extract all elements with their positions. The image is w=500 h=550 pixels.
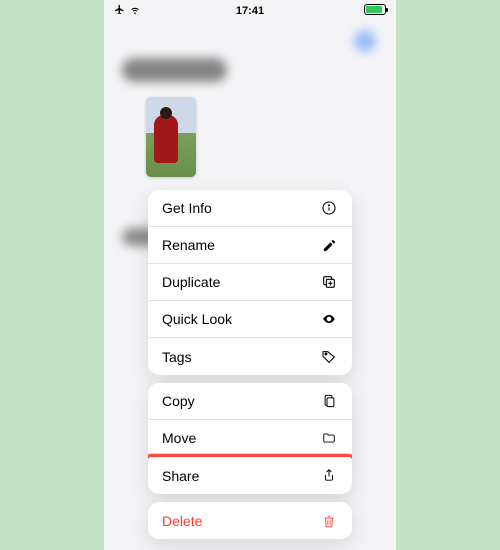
menu-item-duplicate[interactable]: Duplicate xyxy=(148,264,352,301)
menu-label: Delete xyxy=(162,513,202,529)
status-time: 17:41 xyxy=(236,5,264,17)
menu-item-share[interactable]: Share xyxy=(148,457,352,494)
phone-screen: 17:41 Get Info Rename xyxy=(104,0,396,550)
menu-label: Get Info xyxy=(162,200,212,216)
duplicate-icon xyxy=(320,273,338,291)
status-right xyxy=(364,4,386,18)
menu-item-quick-look[interactable]: Quick Look xyxy=(148,301,352,338)
menu-group-3: Delete xyxy=(148,502,352,539)
folder-icon xyxy=(320,429,338,447)
airplane-mode-icon xyxy=(114,4,125,18)
pencil-icon xyxy=(320,236,338,254)
menu-item-delete[interactable]: Delete xyxy=(148,502,352,539)
eye-icon xyxy=(320,310,338,328)
copy-icon xyxy=(320,392,338,410)
menu-group-1: Get Info Rename Duplicate Quick Look xyxy=(148,190,352,375)
menu-label: Tags xyxy=(162,349,192,365)
menu-item-move[interactable]: Move xyxy=(148,420,352,457)
menu-label: Move xyxy=(162,430,196,446)
battery-icon xyxy=(364,4,386,15)
share-icon xyxy=(320,467,338,485)
menu-item-get-info[interactable]: Get Info xyxy=(148,190,352,227)
menu-label: Quick Look xyxy=(162,311,232,327)
status-bar: 17:41 xyxy=(104,0,396,22)
menu-item-copy[interactable]: Copy xyxy=(148,383,352,420)
context-menu: Get Info Rename Duplicate Quick Look xyxy=(148,190,352,547)
menu-label: Share xyxy=(162,468,199,484)
menu-label: Rename xyxy=(162,237,215,253)
info-icon xyxy=(320,199,338,217)
menu-group-2: Copy Move Share xyxy=(148,383,352,494)
menu-label: Copy xyxy=(162,393,195,409)
trash-icon xyxy=(320,512,338,530)
menu-label: Duplicate xyxy=(162,274,220,290)
wifi-icon xyxy=(129,5,141,18)
menu-item-tags[interactable]: Tags xyxy=(148,338,352,375)
menu-item-rename[interactable]: Rename xyxy=(148,227,352,264)
file-thumbnail[interactable] xyxy=(146,97,196,177)
tag-icon xyxy=(320,348,338,366)
status-left xyxy=(114,4,141,18)
